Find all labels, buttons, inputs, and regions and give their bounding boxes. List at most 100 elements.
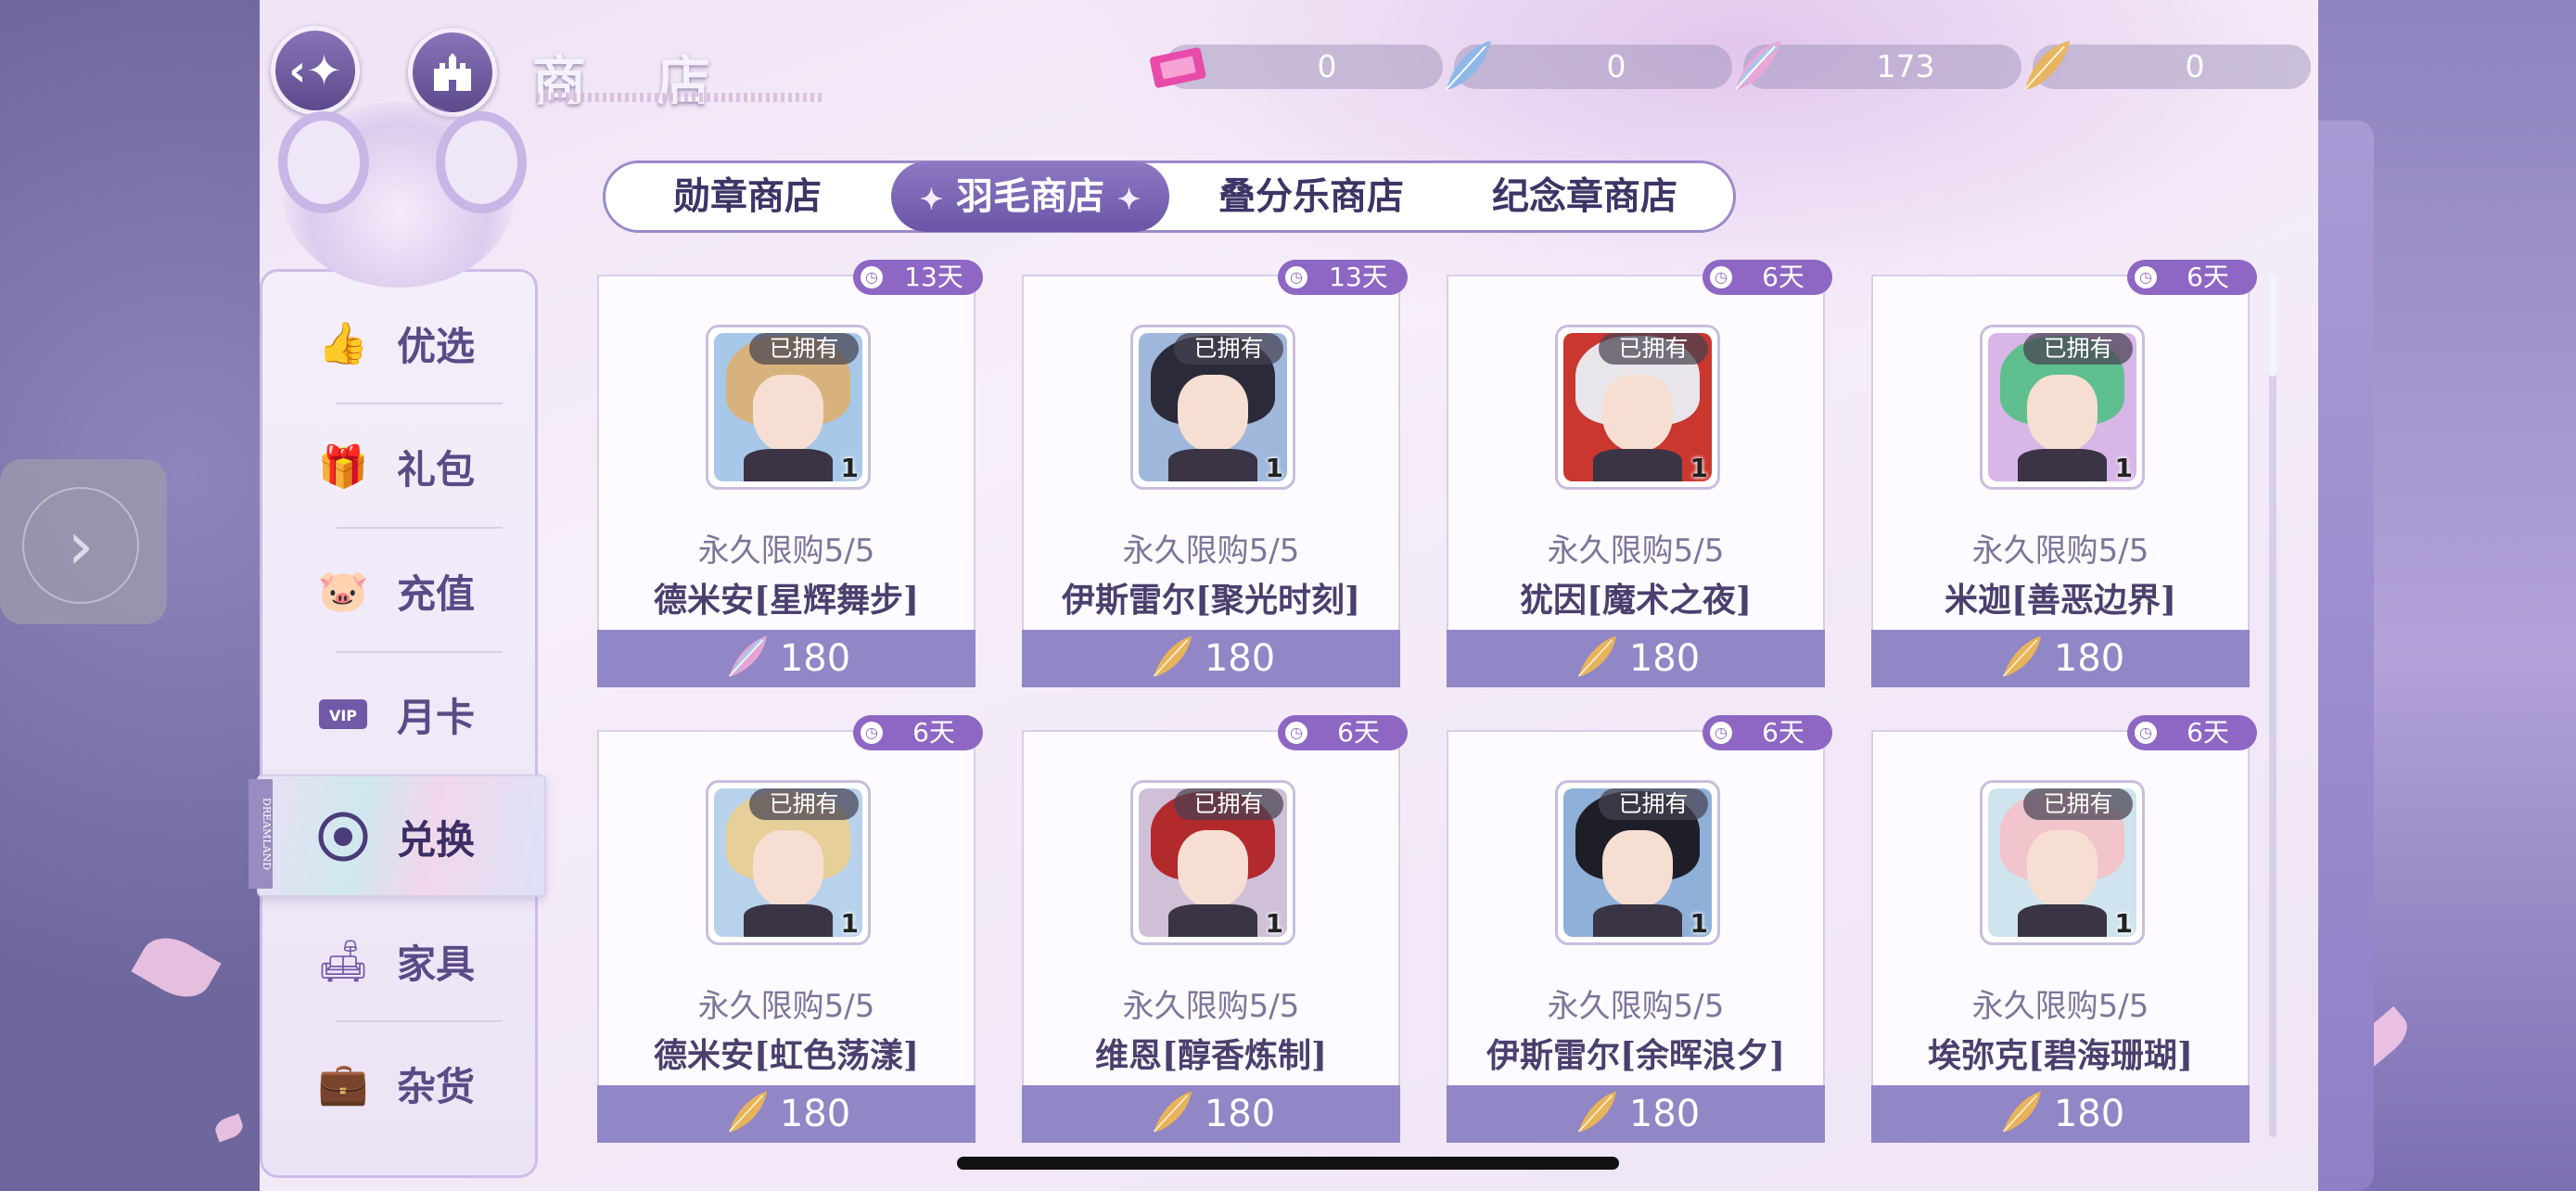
sidebar-item-recharge[interactable]: 🐷 充值 [315,544,538,637]
clock-icon: ◷ [2135,266,2157,288]
thumbs-up-icon: 👍 [317,320,369,367]
product-card[interactable]: ◷ 6天 已拥有 1 永久限购5/5 伊斯雷尔[余晖浪夕] 180 [1447,715,1832,1143]
back-arrow-sparkle-icon: ‹✦ [288,45,342,96]
gold-feather-icon [728,1091,767,1133]
product-name: 米迦[善恶边界] [1944,581,2177,620]
back-button[interactable]: ‹✦ [271,26,360,115]
shop-tabs: 勋章商店 ✦ 羽毛商店 ✦ 叠分乐商店 纪念章商店 [603,160,1736,233]
product-card[interactable]: ◷ 6天 已拥有 1 永久限购5/5 埃弥克[碧海珊瑚] 180 [1871,715,2257,1143]
product-card[interactable]: ◷ 6天 已拥有 1 永久限购5/5 犹因[魔术之夜] 180 [1447,260,1832,687]
currency-blue-feather[interactable]: 0 [1446,41,1732,90]
castle-icon [434,53,471,91]
tab-feather-shop[interactable]: ✦ 羽毛商店 ✦ [891,161,1169,232]
scrollbar-thumb[interactable] [2269,275,2276,377]
scrollbar[interactable] [2269,275,2276,1137]
blue-feather-icon [1446,41,1491,90]
sidebar-item-label: 月卡 [397,694,476,740]
ticket-icon [1150,47,1206,88]
sidebar-item-monthly-card[interactable]: VIP 月卡 [315,668,538,761]
time-remaining-text: 6天 [2187,717,2229,748]
price-value: 180 [1204,1093,1276,1135]
title-decoration [536,93,823,102]
product-card[interactable]: ◷ 13天 已拥有 1 永久限购5/5 伊斯雷尔[聚光时刻] 180 [1022,260,1408,687]
portrait-face [752,829,824,907]
purchase-limit: 永久限购5/5 [697,988,875,1025]
purchase-limit: 永久限购5/5 [1547,532,1725,570]
divider [336,403,503,404]
divider [336,1020,503,1022]
character-portrait-frame: 已拥有 1 [706,780,871,945]
owned-badge: 已拥有 [749,788,859,820]
sidebar-item-sundries[interactable]: 💼 杂货 [315,1037,538,1130]
time-remaining-text: 6天 [912,717,955,748]
item-quantity: 1 [1265,908,1283,939]
owned-badge: 已拥有 [2023,788,2133,820]
item-quantity: 1 [1265,453,1283,483]
sidebar-item-label: 充值 [397,570,476,617]
price-button[interactable]: 180 [1871,630,2250,687]
product-name: 埃弥克[碧海珊瑚] [1927,1036,2194,1075]
product-card[interactable]: ◷ 6天 已拥有 1 永久限购5/5 米迦[善恶边界] 180 [1871,260,2257,687]
portrait-outfit [744,903,833,937]
divider [336,527,503,529]
price-button[interactable]: 180 [1022,1085,1400,1143]
currency-amount: 0 [2185,48,2205,84]
gold-feather-icon [1153,1091,1192,1133]
tab-label: 叠分乐商店 [1218,174,1404,218]
product-name: 犹因[魔术之夜] [1519,581,1753,620]
clock-icon: ◷ [1710,722,1732,744]
time-remaining-text: 6天 [1762,717,1804,748]
tab-medal-shop[interactable]: 勋章商店 [613,163,882,230]
product-card[interactable]: ◷ 6天 已拥有 1 永久限购5/5 德米安[虹色荡漾] 180 [597,715,983,1143]
currency-rainbow-feather[interactable]: 173 [1735,41,2021,90]
owned-badge: 已拥有 [1174,788,1283,820]
character-portrait-frame: 已拥有 1 [1980,325,2145,490]
divider [336,651,503,653]
time-remaining-text: 13天 [904,262,963,292]
price-value: 180 [779,637,851,680]
price-button[interactable]: 180 [1022,630,1400,687]
sidebar-item-furniture[interactable]: 🛋 家具 [315,915,538,1007]
tab-stack-shop[interactable]: 叠分乐商店 [1180,163,1442,230]
portrait-face [1177,374,1249,452]
sidebar-ornament-ear [278,111,369,213]
currency-ticket[interactable]: 0 [1150,45,1443,89]
currency-gold-feather[interactable]: 0 [2024,41,2311,90]
gift-icon: 🎁 [317,443,369,491]
product-card[interactable]: ◷ 13天 已拥有 1 永久限购5/5 德米安[星辉舞步] 180 [597,260,983,687]
purchase-limit: 永久限购5/5 [1122,988,1300,1025]
dreamland-badge: DREAMLAND [249,779,273,889]
svg-text:VIP: VIP [329,707,357,724]
price-value: 180 [1628,1093,1701,1135]
sidebar-item-featured[interactable]: 👍 优选 [315,297,538,390]
purchase-limit: 永久限购5/5 [697,532,875,570]
clock-icon: ◷ [861,722,883,744]
portrait-face [1601,374,1674,452]
currency-amount: 173 [1876,48,1935,84]
character-portrait-frame: 已拥有 1 [1980,780,2145,945]
owned-badge: 已拥有 [2023,333,2133,365]
clock-icon: ◷ [1710,266,1732,288]
price-button[interactable]: 180 [1447,1085,1825,1143]
price-button[interactable]: 180 [597,1085,976,1143]
price-button[interactable]: 180 [1871,1085,2250,1143]
sidebar-item-exchange[interactable]: 兑换 [315,790,538,883]
page-title: 商 店 [532,49,737,112]
time-remaining-badge: ◷ 6天 [1702,715,1832,750]
gold-feather-icon [2002,635,2041,677]
tab-badge-shop[interactable]: 纪念章商店 [1446,163,1724,230]
price-button[interactable]: 180 [1447,630,1825,687]
price-button[interactable]: 180 [597,630,976,687]
purchase-limit: 永久限购5/5 [1971,532,2149,570]
owned-badge: 已拥有 [1599,788,1708,820]
sidebar-item-gift-pack[interactable]: 🎁 礼包 [315,420,538,513]
tab-label: 羽毛商店 [956,174,1104,218]
product-card[interactable]: ◷ 6天 已拥有 1 永久限购5/5 维恩[醇香炼制] 180 [1022,715,1408,1143]
side-nav-button[interactable]: › [0,459,167,624]
price-value: 180 [1628,637,1701,680]
currency-amount: 0 [1317,48,1337,84]
price-value: 180 [2053,637,2125,680]
product-name: 德米安[星辉舞步] [653,581,920,620]
home-indicator[interactable] [957,1157,1619,1170]
portrait-face [1601,829,1674,907]
